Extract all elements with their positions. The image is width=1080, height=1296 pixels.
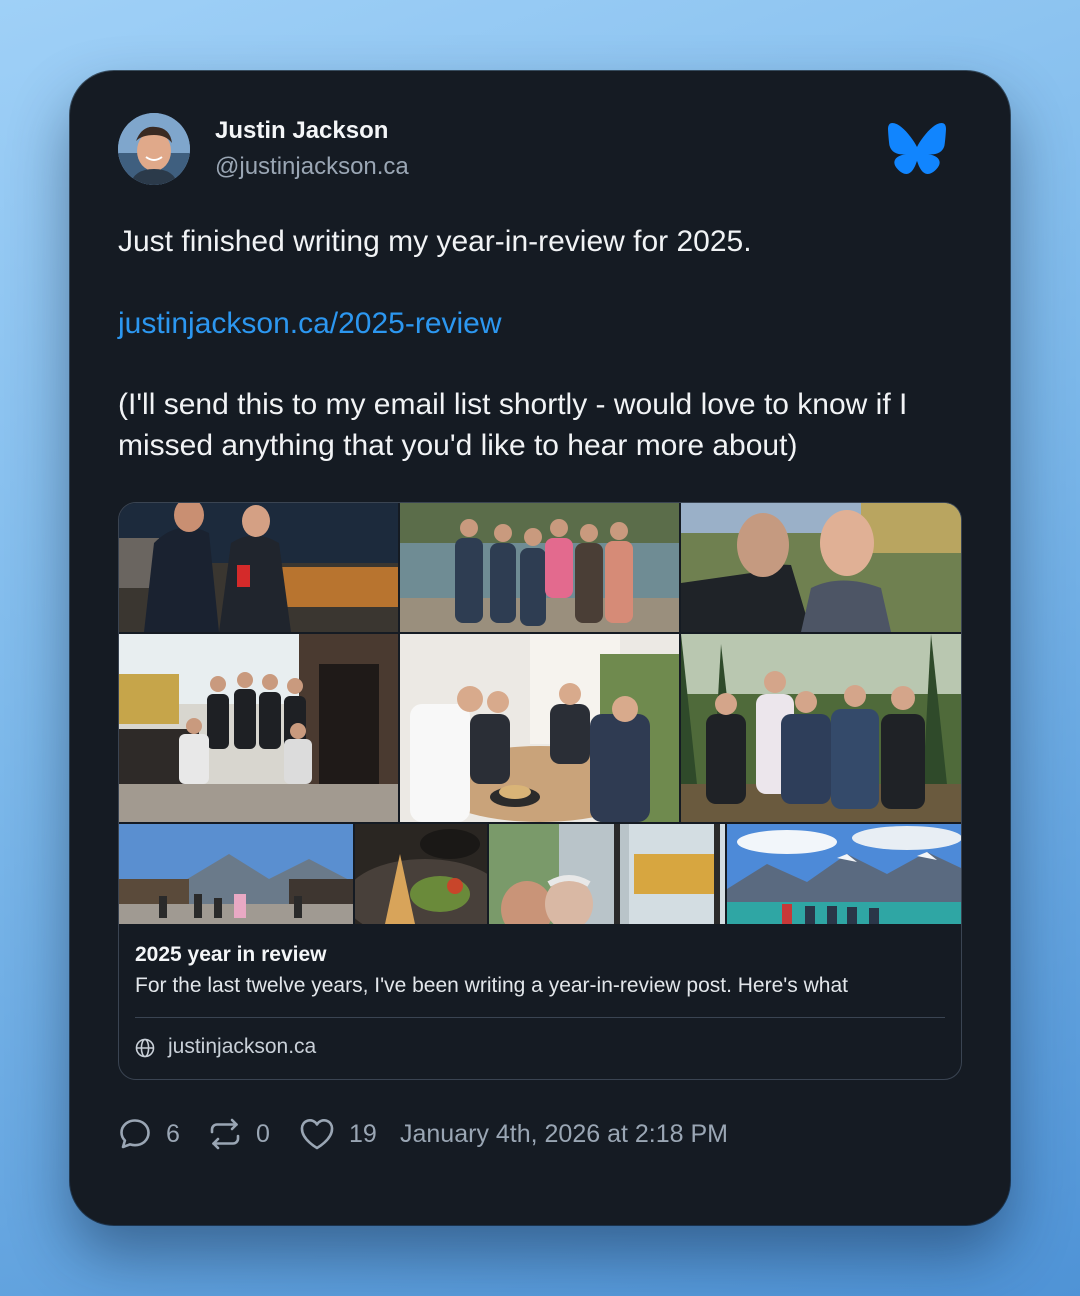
link-card-domain: justinjackson.ca	[168, 1035, 317, 1058]
collage-photo	[489, 824, 725, 924]
repost-icon	[210, 1118, 240, 1150]
like-heart-icon	[300, 1119, 334, 1150]
post-timestamp[interactable]: January 4th, 2026 at 2:18 PM	[400, 1120, 728, 1149]
collage-photo	[119, 824, 353, 924]
like-count: 19	[349, 1119, 377, 1148]
globe-icon	[135, 1038, 155, 1058]
collage-photo	[400, 634, 679, 822]
avatar[interactable]	[118, 113, 190, 185]
collage-photo	[355, 824, 487, 924]
collage-photo	[119, 503, 398, 632]
collage-photo	[400, 503, 679, 632]
collage-photo	[727, 824, 961, 924]
collage-photo	[681, 634, 961, 822]
like-button[interactable]: 19	[299, 1116, 377, 1152]
post-text-line: Just finished writing my year-in-review …	[118, 225, 752, 258]
link-card-description: For the last twelve years, I've been wri…	[135, 974, 848, 997]
post-text-paragraph: (I'll send this to my email list shortly…	[118, 388, 908, 462]
link-card-divider	[135, 1017, 945, 1018]
post-link[interactable]: justinjackson.ca/2025-review	[118, 303, 978, 344]
reply-count: 6	[166, 1119, 180, 1148]
collage-photo	[681, 503, 961, 632]
post-card[interactable]: Justin Jackson @justinjackson.ca Just fi…	[70, 71, 1010, 1225]
repost-count: 0	[256, 1119, 270, 1148]
link-card[interactable]: 2025 year in review For the last twelve …	[118, 502, 962, 1080]
reply-icon	[120, 1119, 150, 1149]
author-handle[interactable]: @justinjackson.ca	[215, 153, 409, 181]
collage-photo	[119, 634, 398, 822]
bluesky-butterfly-icon[interactable]	[888, 123, 946, 175]
repost-button[interactable]: 0	[208, 1116, 270, 1152]
author-name[interactable]: Justin Jackson	[215, 117, 388, 145]
reply-button[interactable]: 6	[118, 1116, 180, 1152]
link-card-title: 2025 year in review	[135, 943, 327, 966]
